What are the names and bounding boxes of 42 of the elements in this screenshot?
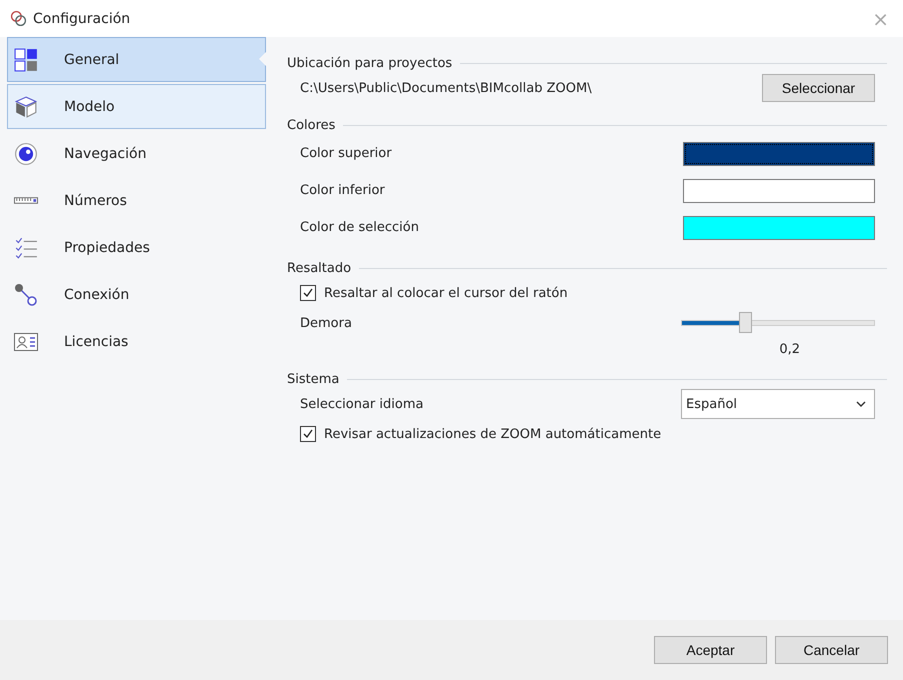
checkbox-label: Revisar actualizaciones de ZOOM automáticamente xyxy=(324,426,662,442)
checkbox-label: Resaltar al colocar el cursor del ratón xyxy=(324,286,568,300)
color-swatch[interactable] xyxy=(683,178,875,202)
checkbox[interactable] xyxy=(300,285,316,301)
sidebar-item[interactable]: Conexión xyxy=(7,272,266,317)
checklist-icon xyxy=(14,236,38,260)
sidebar-item[interactable]: Modelo xyxy=(7,84,266,129)
sidebar-item[interactable]: Propiedades xyxy=(7,225,266,270)
eye-icon xyxy=(14,142,38,166)
color-label: Color inferior xyxy=(300,183,385,198)
color-label: Color superior xyxy=(300,146,392,161)
sidebar-item[interactable]: Números xyxy=(7,178,266,223)
window-title: Configuración xyxy=(33,10,132,26)
sidebar-item[interactable]: Licencias xyxy=(7,319,266,364)
section-heading: Resaltado xyxy=(287,260,352,276)
section-heading: Sistema xyxy=(287,372,340,386)
app-icon xyxy=(10,10,27,27)
color-swatch[interactable] xyxy=(683,142,875,166)
dialog-button[interactable]: Aceptar xyxy=(654,636,767,664)
grid-icon xyxy=(14,48,38,72)
select-button[interactable]: Seleccionar xyxy=(762,74,875,102)
color-label: Color de selección xyxy=(300,220,419,235)
slider-value: 0,2 xyxy=(779,342,800,357)
ruler-icon xyxy=(14,197,38,204)
selection-pointer xyxy=(259,52,266,66)
folder-path: C:\Users\Public\Documents\BIMcollab ZOOM\ xyxy=(300,80,592,96)
link-icon xyxy=(14,282,38,306)
slider-label: Demora xyxy=(300,316,352,330)
section-heading: Ubicación para proyectos xyxy=(287,56,452,70)
section-heading: Colores xyxy=(287,118,336,132)
cube-icon xyxy=(14,94,38,118)
slider-thumb[interactable] xyxy=(739,312,752,333)
checkmark-icon xyxy=(302,428,314,440)
color-swatch[interactable] xyxy=(683,216,875,240)
language-dropdown[interactable]: Español xyxy=(681,389,875,419)
sidebar-item[interactable]: General xyxy=(7,37,266,82)
checkbox[interactable] xyxy=(300,426,316,442)
caret-icon xyxy=(856,401,866,407)
dialog-button[interactable]: Cancelar xyxy=(775,636,888,664)
checkmark-icon xyxy=(302,287,314,299)
language-label: Seleccionar idioma xyxy=(300,396,424,412)
sidebar-item[interactable]: Navegación xyxy=(7,131,266,176)
